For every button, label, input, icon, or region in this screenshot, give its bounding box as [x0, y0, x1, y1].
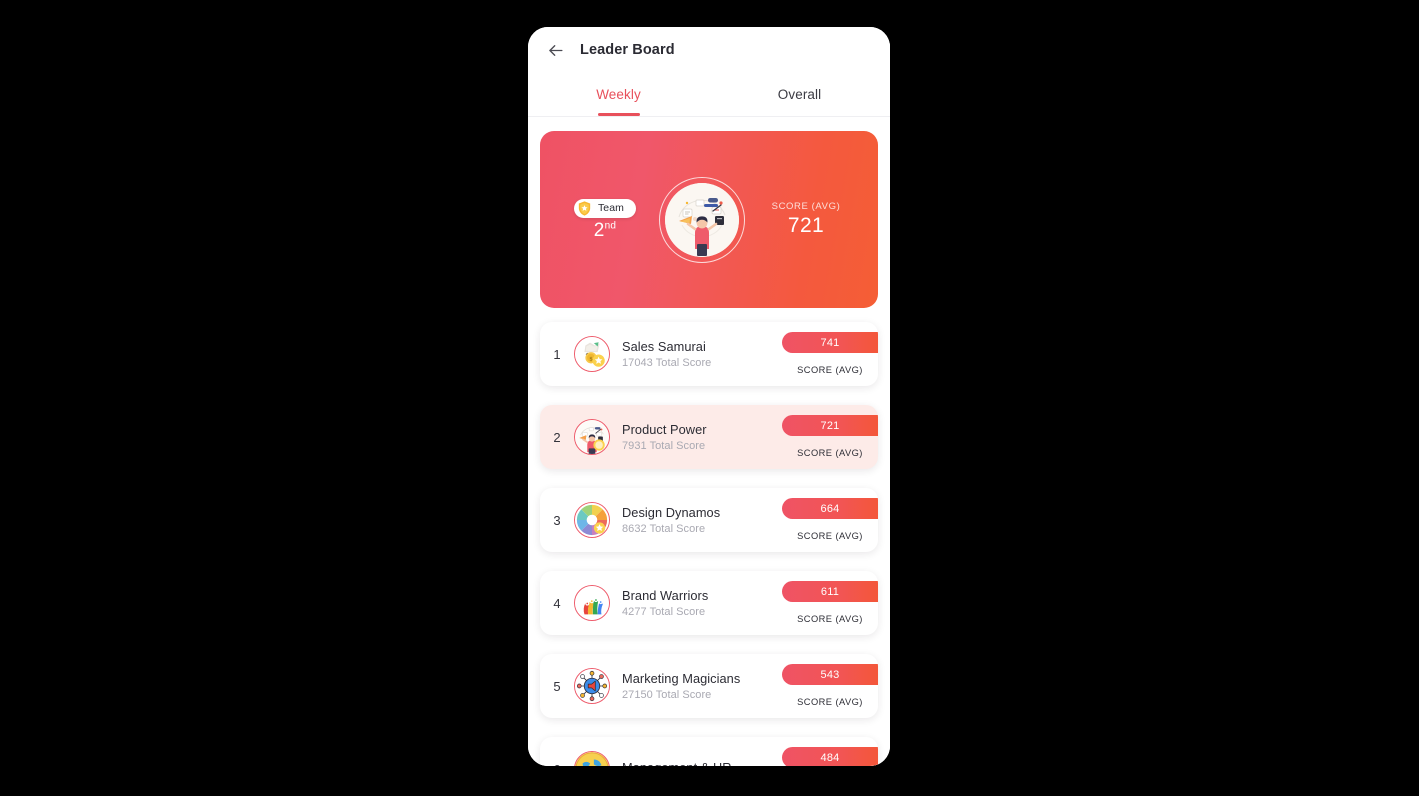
- team-badge-pill: Team: [573, 198, 637, 218]
- row-team-name: Brand Warriors: [622, 588, 709, 603]
- row-rank: 6: [540, 762, 574, 767]
- row-score-caption: SCORE (AVG): [797, 697, 863, 707]
- row-team-name: Sales Samurai: [622, 339, 706, 354]
- app-bar: Leader Board: [528, 27, 890, 73]
- row-text: Sales Samurai 17043 Total Score: [622, 339, 782, 369]
- status-badge: 484: [782, 747, 878, 766]
- screenshot-canvas: Leader Board Weekly Overall Team 2nd SCO…: [0, 0, 1419, 796]
- table-row[interactable]: 4 Brand Warriors 4277 Total Score 611 SC…: [540, 571, 878, 635]
- row-text: Marketing Magicians 27150 Total Score: [622, 671, 782, 701]
- paint-brushes-icon: [574, 585, 610, 621]
- my-team-summary-card: Team 2nd SCORE (AVG) 721: [540, 131, 878, 308]
- back-button[interactable]: [542, 37, 568, 63]
- row-total-score: 4277 Total Score: [622, 606, 706, 618]
- my-team-rank-suffix: nd: [604, 220, 617, 232]
- my-team-rank: 2nd: [593, 219, 617, 241]
- row-score-caption: SCORE (AVG): [797, 531, 863, 541]
- my-team-score-block: SCORE (AVG) 721: [756, 201, 856, 238]
- row-team-name: Design Dynamos: [622, 505, 721, 520]
- row-team-name: Product Power: [622, 422, 707, 437]
- row-team-name: Management & HR: [622, 760, 782, 766]
- megaphone-icon: [574, 668, 610, 704]
- shield-star-icon: [576, 200, 593, 217]
- color-wheel-icon: [574, 502, 610, 538]
- row-team-name: Marketing Magicians: [622, 671, 741, 686]
- row-score-caption: SCORE (AVG): [797, 614, 863, 624]
- row-rank: 4: [553, 595, 561, 611]
- my-team-score-value: 721: [787, 214, 825, 237]
- phone-frame: Leader Board Weekly Overall Team 2nd SCO…: [528, 27, 890, 766]
- tab-weekly[interactable]: Weekly: [528, 73, 709, 116]
- hero-illustration-svg: [665, 182, 739, 257]
- table-row[interactable]: 1 $ Sales Samurai 17043 Total Score 741 …: [540, 322, 878, 386]
- row-rank: 1: [553, 346, 561, 362]
- row-rank: 3: [553, 512, 561, 528]
- row-score-caption: SCORE (AVG): [797, 365, 863, 375]
- status-badge: 664: [782, 498, 878, 519]
- row-score-caption: SCORE (AVG): [797, 448, 863, 458]
- globe-people-icon: [574, 751, 610, 766]
- status-badge: 721: [782, 415, 878, 436]
- row-text: Management & HR: [622, 760, 782, 766]
- row-total-score: 8632 Total Score: [622, 523, 706, 535]
- table-row[interactable]: 6 Management &: [540, 737, 878, 766]
- arrow-left-icon: [548, 44, 563, 56]
- row-total-score: 27150 Total Score: [622, 689, 712, 701]
- row-total-score: 7931 Total Score: [622, 440, 706, 452]
- table-row[interactable]: 3 Design Dynamos 8632 Total Score 664 SC…: [540, 488, 878, 552]
- team-badge-label: Team: [597, 202, 625, 215]
- leaderboard-list: 1 $ Sales Samurai 17043 Total Score 741 …: [540, 322, 878, 766]
- row-rank: 5: [553, 678, 561, 694]
- my-team-score-caption: SCORE (AVG): [771, 201, 841, 212]
- tab-weekly-label: Weekly: [596, 87, 641, 102]
- table-row[interactable]: 5 Marketing Magicians 27150 Total Score …: [540, 654, 878, 718]
- my-team-rank-number: 2: [593, 219, 605, 241]
- tab-bar: Weekly Overall: [528, 73, 890, 117]
- row-score-block: 611 SCORE (AVG): [782, 571, 878, 635]
- status-badge: 741: [782, 332, 878, 353]
- row-score-block: 543 SCORE (AVG): [782, 654, 878, 718]
- page-title: Leader Board: [580, 42, 675, 58]
- product-person-icon: [574, 419, 610, 455]
- row-text: Product Power 7931 Total Score: [622, 422, 782, 452]
- row-rank: 2: [553, 429, 561, 445]
- my-team-avatar-ring: [659, 176, 745, 263]
- my-team-rank-block: Team 2nd: [562, 198, 648, 241]
- scroll-body[interactable]: Team 2nd SCORE (AVG) 721 1 $ Sales Samur…: [528, 117, 890, 766]
- tab-overall-label: Overall: [777, 87, 822, 102]
- status-badge: 543: [782, 664, 878, 685]
- table-row[interactable]: 2 Product Power 7931 Total Score 721 SCO…: [540, 405, 878, 469]
- row-score-block: 721 SCORE (AVG): [782, 405, 878, 469]
- row-text: Design Dynamos 8632 Total Score: [622, 505, 782, 535]
- row-score-block: 484 SCORE (AVG): [782, 737, 878, 766]
- team-product-power-illustration: [665, 182, 739, 257]
- status-badge: 611: [782, 581, 878, 602]
- tab-overall[interactable]: Overall: [709, 73, 890, 116]
- app-screen: Leader Board Weekly Overall Team 2nd SCO…: [528, 27, 890, 766]
- row-total-score: 17043 Total Score: [622, 357, 712, 369]
- money-bag-coins-icon: $: [574, 336, 610, 372]
- row-text: Brand Warriors 4277 Total Score: [622, 588, 782, 618]
- row-score-block: 741 SCORE (AVG): [782, 322, 878, 386]
- row-score-block: 664 SCORE (AVG): [782, 488, 878, 552]
